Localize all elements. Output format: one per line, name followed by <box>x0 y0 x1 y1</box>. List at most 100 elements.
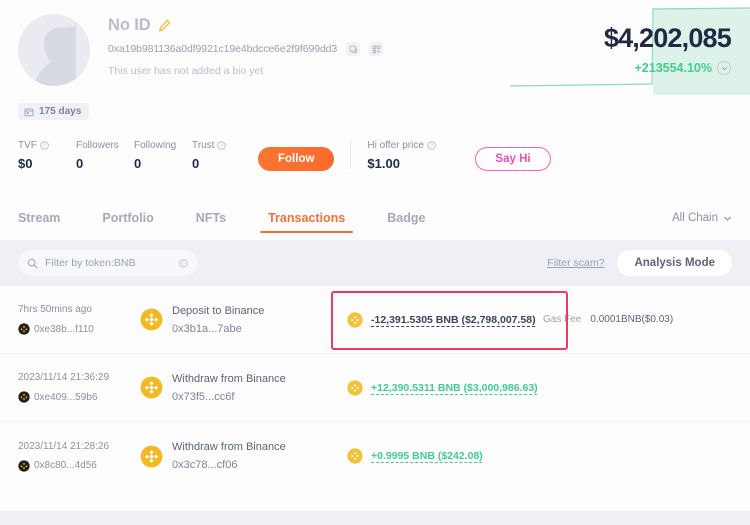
identity-block: No ID 0xa19b981136a0df9921c19e4bdcce6e2f… <box>108 14 384 77</box>
balance-change-row: +213554.10% <box>604 61 731 75</box>
profile-header: No ID 0xa19b981136a0df9921c19e4bdcce6e2f… <box>0 0 750 196</box>
tx-hash-line[interactable]: 0x8c80...4d56 <box>18 459 140 472</box>
bnb-token-icon <box>347 448 363 464</box>
stat-hi-offer-label: Hi offer price <box>367 139 424 151</box>
search-input[interactable]: Filter by token:BNB <box>18 250 198 276</box>
chain-filter-label: All Chain <box>671 212 718 224</box>
tx-action-cell: Withdraw from Binance 0x73f5...cc6f <box>140 373 325 403</box>
tx-action-block: Withdraw from Binance 0x3c78...cf06 <box>172 441 286 471</box>
tx-action-title: Withdraw from Binance <box>172 441 286 453</box>
name-line: No ID <box>108 16 383 35</box>
filter-actions: Filter scam? Analysis Mode <box>547 250 732 276</box>
search-input-value: Filter by token:BNB <box>45 257 136 269</box>
search-icon <box>27 258 38 268</box>
tx-hash: 0xe38b...f110 <box>34 323 94 335</box>
stat-following-label: Following <box>134 139 177 151</box>
tabs: Stream Portfolio NFTs Transactions Badge <box>18 196 446 240</box>
tab-portfolio[interactable]: Portfolio <box>81 196 174 240</box>
tx-gas-cell: Gas Fee 0.0001BNB($0.03) <box>543 314 732 325</box>
tab-transactions[interactable]: Transactions <box>247 196 366 240</box>
stat-followers-value: 0 <box>76 155 84 171</box>
tx-time-cell: 2023/11/14 21:28:26 0x8c80...4d56 <box>18 441 140 472</box>
tab-nfts[interactable]: NFTs <box>175 196 247 240</box>
chevron-down-icon <box>724 216 731 221</box>
stat-tvf-value: $0 <box>18 155 33 171</box>
tx-action-cell: Deposit to Binance 0x3b1a...7abe <box>140 305 325 335</box>
account-age-label: 175 days <box>39 106 82 117</box>
qr-code-icon[interactable] <box>369 42 384 56</box>
stat-trust-label: Trust <box>192 139 215 151</box>
profile-page: No ID 0xa19b981136a0df9921c19e4bdcce6e2f… <box>0 0 750 525</box>
tabs-bar: Stream Portfolio NFTs Transactions Badge… <box>0 196 750 240</box>
tx-action-title: Deposit to Binance <box>172 304 265 317</box>
svg-text:?: ? <box>430 143 433 149</box>
stat-trust-label-row: Trust ? <box>192 140 246 151</box>
balance-change: +213554.10% <box>634 61 712 75</box>
address-line: 0xa19b981136a0df9921c19e4bdcce6e2f9f699d… <box>108 42 384 56</box>
stat-tvf-label-row: TVF ? <box>18 140 72 151</box>
bnb-chain-badge-icon <box>18 323 30 335</box>
stat-following-value: 0 <box>134 155 142 171</box>
follow-button[interactable]: Follow <box>258 146 335 171</box>
info-icon[interactable]: ? <box>427 140 436 150</box>
close-circle-icon[interactable] <box>178 258 189 269</box>
stat-following[interactable]: Following 0 <box>134 140 192 171</box>
chain-filter-dropdown[interactable]: All Chain <box>672 212 732 224</box>
wallet-address: 0xa19b981136a0df9921c19e4bdcce6e2f9f699d… <box>108 43 338 55</box>
stat-trust-value: 0 <box>192 155 200 171</box>
stat-trust: Trust ? 0 <box>192 140 250 171</box>
tx-time-cell: 7hrs 50mins ago 0xe38b...f110 <box>18 304 140 335</box>
tx-counterparty[interactable]: 0x3c78...cf06 <box>172 459 286 471</box>
tx-amount[interactable]: +0.9995 BNB ($242.08) <box>371 450 483 462</box>
tx-hash-line[interactable]: 0xe38b...f110 <box>18 323 140 335</box>
tx-timestamp: 2023/11/14 21:36:29 <box>18 372 110 383</box>
stat-hi-offer-value: $1.00 <box>367 155 400 171</box>
chevron-down-icon <box>721 66 727 70</box>
stat-hi-offer-price: Hi offer price ? $1.00 <box>367 140 459 171</box>
bnb-token-icon <box>347 379 363 396</box>
tab-stream[interactable]: Stream <box>18 196 81 240</box>
table-row[interactable]: 2023/11/14 21:28:26 0x8c80...4d56 Withdr… <box>0 422 750 490</box>
tx-counterparty[interactable]: 0x3b1a...7abe <box>172 323 264 335</box>
svg-text:?: ? <box>220 143 223 149</box>
balance-expand-button[interactable] <box>717 61 731 75</box>
avatar[interactable] <box>18 14 90 86</box>
info-icon[interactable]: ? <box>217 140 227 150</box>
gas-fee-value: 0.0001BNB($0.03) <box>590 314 674 325</box>
tx-hash-line[interactable]: 0xe409...59b6 <box>18 391 140 403</box>
tx-amount[interactable]: +12,390.5311 BNB ($3,000,986.63) <box>371 382 538 394</box>
tx-action-title: Withdraw from Binance <box>172 372 286 385</box>
analysis-mode-button[interactable]: Analysis Mode <box>617 250 732 276</box>
tx-amount-cell: +12,390.5311 BNB ($3,000,986.63) <box>325 379 543 396</box>
stats-divider <box>350 138 352 169</box>
pencil-icon[interactable] <box>158 19 171 32</box>
bio-text: This user has not added a bio yet <box>108 65 264 77</box>
filter-scam-link[interactable]: Filter scam? <box>547 257 604 269</box>
bnb-chain-badge-icon <box>18 459 30 472</box>
tx-timestamp: 7hrs 50mins ago <box>18 304 92 315</box>
say-hi-button[interactable]: Say Hi <box>475 146 551 171</box>
tx-counterparty[interactable]: 0x73f5...cc6f <box>172 391 286 403</box>
tx-amount-cell: +0.9995 BNB ($242.08) <box>325 448 543 464</box>
info-icon[interactable]: ? <box>40 140 49 150</box>
stat-following-label-row: Following <box>134 140 188 151</box>
stat-followers[interactable]: Followers 0 <box>76 140 134 171</box>
table-row[interactable]: 2023/11/14 21:36:29 0xe409...59b6 Withdr… <box>0 354 750 422</box>
tx-hash: 0x8c80...4d56 <box>34 460 97 471</box>
stat-followers-label: Followers <box>76 139 119 151</box>
filter-row: Filter by token:BNB Filter scam? Analysi… <box>0 240 750 286</box>
bnb-token-icon <box>347 311 363 328</box>
tab-badge[interactable]: Badge <box>366 196 446 240</box>
user-avatar-placeholder-icon <box>34 26 76 86</box>
tx-hash: 0xe409...59b6 <box>34 391 98 403</box>
tx-action-block: Deposit to Binance 0x3b1a...7abe <box>172 305 264 335</box>
tx-amount-cell: -12,391.5305 BNB ($2,798,007.58) <box>325 311 543 328</box>
table-row[interactable]: 7hrs 50mins ago 0xe38b...f110 Deposit to… <box>0 286 750 354</box>
bnb-token-icon <box>140 376 163 399</box>
tx-amount[interactable]: -12,391.5305 BNB ($2,798,007.58) <box>371 314 536 326</box>
stat-tvf-label: TVF <box>18 139 37 151</box>
transaction-list: 7hrs 50mins ago 0xe38b...f110 Deposit to… <box>0 286 750 511</box>
gas-fee-label: Gas Fee <box>543 314 582 325</box>
copy-icon[interactable] <box>346 42 361 56</box>
account-age-badge: 175 days <box>18 103 90 120</box>
